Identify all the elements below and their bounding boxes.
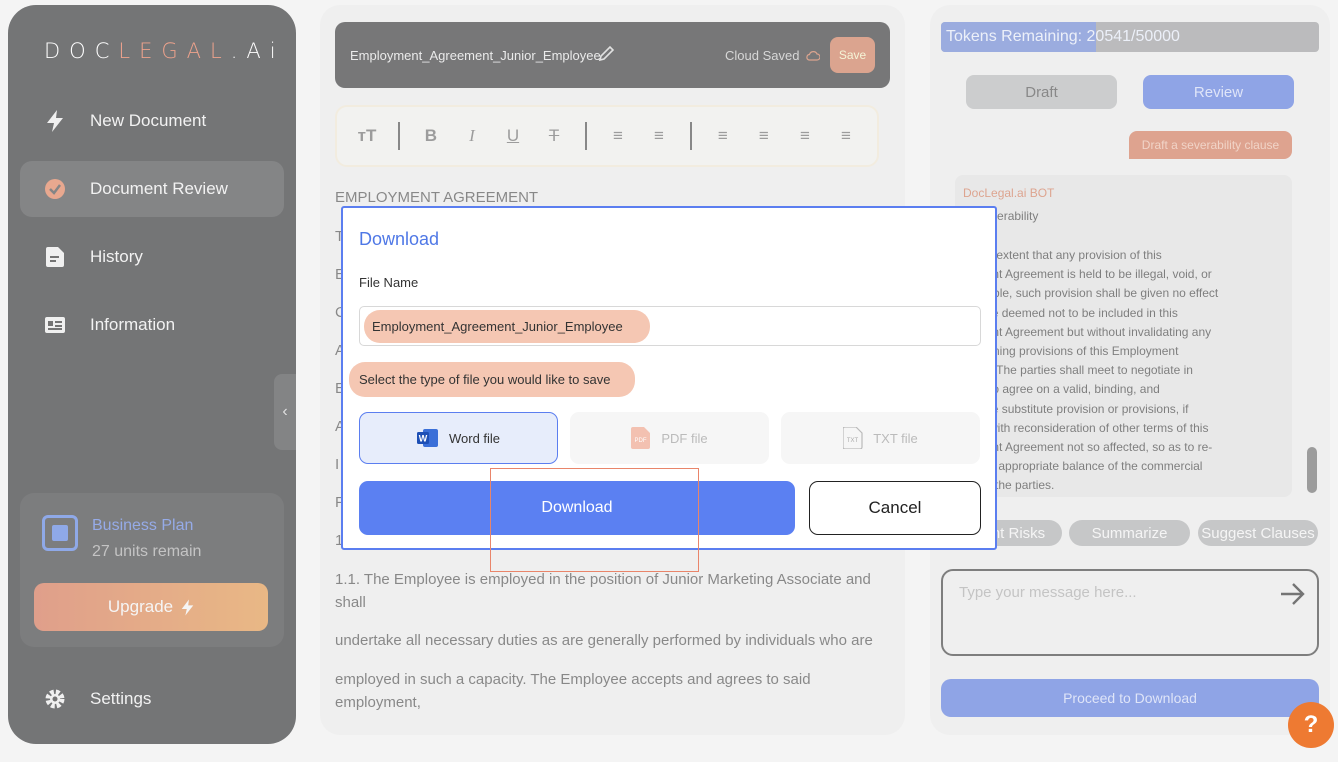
help-button[interactable]: ?	[1288, 702, 1334, 748]
word-file-option[interactable]: W Word file	[359, 412, 558, 464]
cancel-button[interactable]: Cancel	[809, 481, 981, 535]
file-name-value: Employment_Agreement_Junior_Employee	[364, 310, 650, 343]
pdf-file-icon: PDF	[631, 427, 651, 449]
pdf-file-label: PDF file	[661, 430, 708, 446]
txt-file-icon: TXT	[843, 427, 863, 449]
click-target-highlight	[490, 468, 699, 572]
pdf-file-option[interactable]: PDF PDF file	[570, 412, 769, 464]
txt-file-option[interactable]: TXT TXT file	[781, 412, 980, 464]
file-type-hint: Select the type of file you would like t…	[349, 362, 635, 397]
svg-text:PDF: PDF	[635, 438, 647, 444]
svg-text:W: W	[419, 434, 428, 444]
word-file-icon: W	[416, 429, 438, 447]
file-name-label: File Name	[359, 275, 419, 290]
word-file-label: Word file	[448, 430, 501, 446]
txt-file-label: TXT file	[873, 430, 918, 446]
dialog-title: Download	[359, 229, 440, 249]
svg-text:TXT: TXT	[847, 438, 859, 444]
file-name-input[interactable]: Employment_Agreement_Junior_Employee	[359, 306, 981, 346]
